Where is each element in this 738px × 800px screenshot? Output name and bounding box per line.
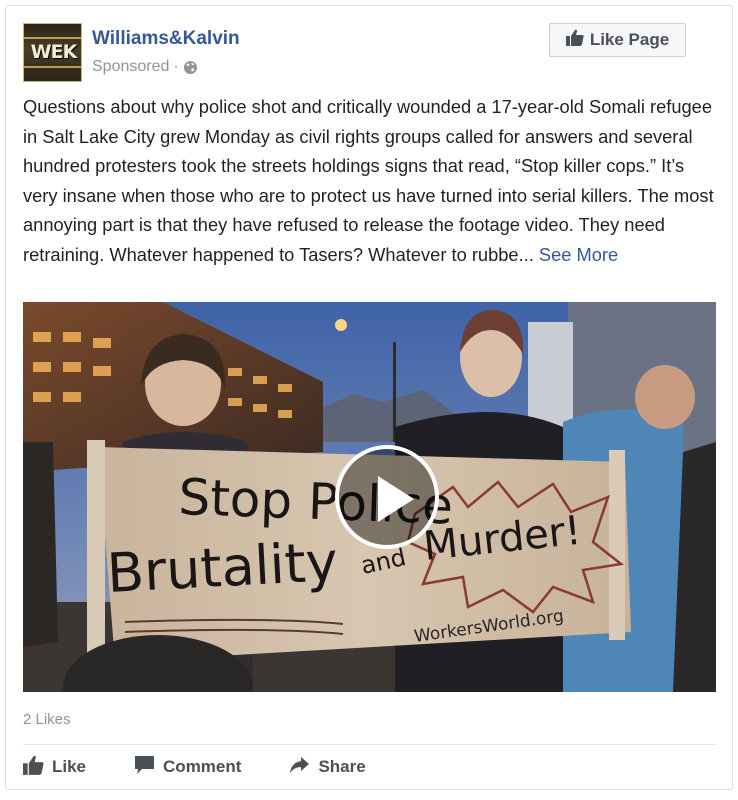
sign-pole-left	[87, 440, 105, 665]
share-arrow-icon	[289, 755, 310, 780]
like-button[interactable]: Like	[23, 754, 86, 780]
likes-count[interactable]: 2 Likes	[23, 711, 71, 728]
video-thumbnail[interactable]: Stop Police Brutality and Murder! Worker…	[23, 302, 716, 692]
post-text: Questions about why police shot and crit…	[23, 92, 723, 269]
sign-pole-right	[609, 450, 625, 640]
footer-divider	[23, 744, 716, 745]
sponsored-line: Sponsored ·	[92, 58, 198, 76]
sponsored-label: Sponsored	[92, 58, 170, 75]
speech-bubble-icon	[134, 755, 155, 780]
like-page-button[interactable]: Like Page	[549, 23, 686, 57]
logo-text: WEK	[30, 41, 78, 63]
comment-label: Comment	[163, 757, 242, 776]
like-page-label: Like Page	[589, 30, 670, 49]
comment-button[interactable]: Comment	[134, 754, 241, 780]
thumbs-up-icon	[23, 755, 44, 780]
thumbs-up-icon	[565, 29, 584, 51]
photo-street-light	[335, 319, 347, 331]
see-more-link[interactable]: See More	[539, 244, 618, 265]
page-avatar-logo[interactable]: WEK	[23, 23, 82, 82]
page-name-link[interactable]: Williams&Kalvin	[92, 28, 240, 50]
post-actions: Like Comment Share	[23, 754, 414, 780]
sponsored-post-card: WEK Williams&Kalvin Sponsored · Like Pag…	[5, 5, 733, 790]
photo-person-background-left	[23, 442, 58, 647]
globe-icon[interactable]	[183, 60, 198, 75]
share-label: Share	[318, 757, 366, 776]
logo-decoration-bottom	[24, 66, 81, 68]
share-button[interactable]: Share	[289, 754, 366, 780]
logo-decoration-top	[24, 37, 81, 39]
photo-person-right-head	[635, 365, 695, 429]
post-body: Questions about why police shot and crit…	[23, 96, 714, 265]
like-label: Like	[52, 757, 87, 776]
sign-text-brutality: Brutality	[105, 530, 339, 605]
play-icon[interactable]	[335, 445, 439, 549]
play-triangle	[378, 476, 414, 522]
sponsored-separator: ·	[173, 58, 179, 75]
